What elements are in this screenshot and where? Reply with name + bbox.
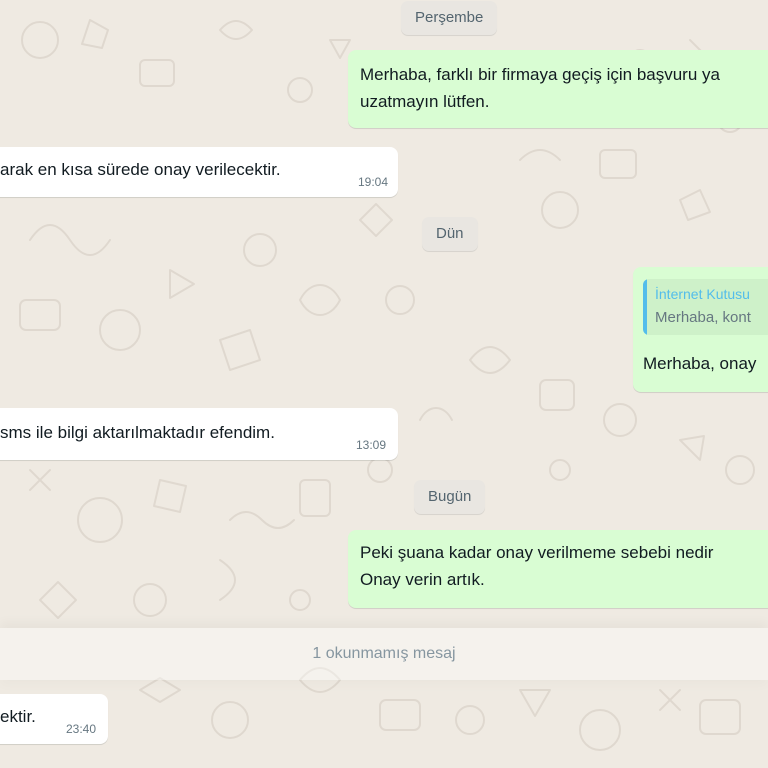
message-text-line: Peki şuana kadar onay verilmeme sebebi n… (360, 543, 714, 562)
quote-text: Merhaba, kont (655, 309, 751, 326)
unread-messages-label: 1 okunmamış mesaj (312, 645, 456, 662)
message-text: Merhaba, onay (643, 354, 757, 373)
message-timestamp: 13:09 (355, 438, 386, 452)
message-text-line: uzatmayın lütfen. (360, 92, 490, 111)
unread-messages-divider: 1 okunmamış mesaj (0, 628, 768, 680)
incoming-message[interactable]: ektir. 23:40 (0, 694, 108, 744)
incoming-message[interactable]: arak en kısa sürede onay verilecektir. 1… (0, 147, 398, 197)
date-divider-yesterday: Dün (422, 217, 478, 251)
message-text-line: Onay verin artık. (360, 570, 485, 589)
outgoing-message[interactable]: Peki şuana kadar onay verilmeme sebebi n… (348, 530, 768, 608)
message-text: sms ile bilgi aktarılmaktadır efendim. (0, 423, 275, 442)
message-timestamp: 19:04 (357, 175, 388, 189)
message-text: arak en kısa sürede onay verilecektir. (0, 160, 281, 179)
message-timestamp: 23:40 (65, 722, 96, 736)
quoted-message[interactable]: İnternet Kutusu Merhaba, kont (643, 279, 768, 335)
outgoing-reply-message[interactable]: İnternet Kutusu Merhaba, kont Merhaba, o… (633, 267, 768, 392)
message-text-line: Merhaba, farklı bir firmaya geçiş için b… (360, 65, 720, 84)
incoming-message[interactable]: sms ile bilgi aktarılmaktadır efendim. 1… (0, 408, 398, 460)
quote-author: İnternet Kutusu (655, 286, 750, 302)
quote-accent-bar (643, 279, 647, 335)
outgoing-message[interactable]: Merhaba, farklı bir firmaya geçiş için b… (348, 50, 768, 128)
message-text: ektir. (0, 707, 36, 726)
date-divider-thursday: Perşembe (401, 1, 498, 35)
date-divider-today: Bugün (414, 480, 486, 514)
